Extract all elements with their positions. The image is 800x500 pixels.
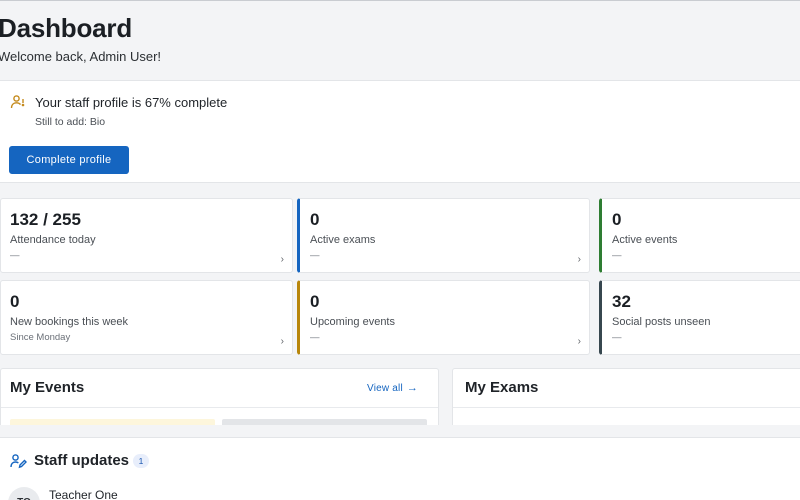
top-border — [0, 0, 800, 1]
stat-value: 0 — [310, 292, 320, 311]
my-exams-title: My Exams — [465, 379, 539, 396]
profile-completion-card: Your staff profile is 67% complete Still… — [0, 80, 800, 183]
stat-value: 132 / 255 — [10, 210, 81, 229]
panel-divider — [453, 407, 800, 408]
chevron-right-icon: › — [577, 336, 581, 347]
stat-subtext: — — [612, 250, 622, 261]
stat-subtext: Since Monday — [10, 332, 71, 343]
my-events-panel: My Events View all → — [0, 368, 439, 425]
stat-card-active-events[interactable]: 0 Active events — — [599, 198, 800, 273]
complete-profile-button[interactable]: Complete profile — [9, 146, 129, 174]
my-exams-panel: My Exams — [452, 368, 800, 425]
stat-card-upcoming-events[interactable]: 0 Upcoming events — › — [297, 280, 590, 355]
page-title: Dashboard — [0, 13, 133, 43]
stat-value: 0 — [310, 210, 320, 229]
view-all-events-link[interactable]: View all → — [367, 382, 418, 394]
profile-completion-title: Your staff profile is 67% complete — [35, 95, 228, 110]
stat-subtext: — — [10, 250, 20, 261]
stat-value: 0 — [612, 210, 622, 229]
stat-value: 32 — [612, 292, 631, 311]
chevron-right-icon: › — [280, 336, 284, 347]
profile-missing-fields: Still to add: Bio — [35, 116, 106, 128]
stat-subtext: — — [310, 332, 320, 343]
stat-card-social-posts[interactable]: 32 Social posts unseen — — [599, 280, 800, 355]
stat-card-new-bookings[interactable]: 0 New bookings this week Since Monday › — [0, 280, 293, 355]
chevron-right-icon: › — [577, 254, 581, 265]
stat-label: New bookings this week — [10, 316, 129, 328]
page-subtitle: Welcome back, Admin User! — [0, 49, 162, 64]
staff-updates-title: Staff updates — [34, 452, 130, 469]
my-events-title: My Events — [10, 379, 85, 396]
stat-label: Upcoming events — [310, 316, 395, 328]
edit-user-icon — [10, 453, 27, 469]
update-author-name[interactable]: Teacher One — [49, 488, 118, 500]
view-all-label: View all — [367, 383, 403, 394]
user-progress-icon — [10, 94, 26, 110]
panel-divider — [1, 407, 438, 408]
events-tab-active[interactable] — [10, 419, 215, 425]
stat-subtext: — — [310, 250, 320, 261]
stat-card-attendance[interactable]: 132 / 255 Attendance today — › — [0, 198, 293, 273]
stat-value: 0 — [10, 292, 20, 311]
stat-label: Attendance today — [10, 234, 96, 246]
stat-subtext: — — [612, 332, 622, 343]
staff-updates-section: Staff updates 1 TO Teacher One — [0, 437, 800, 500]
avatar: TO — [8, 487, 40, 500]
chevron-right-icon: › — [280, 254, 284, 265]
stat-label: Active events — [612, 234, 678, 246]
stat-label: Active exams — [310, 234, 376, 246]
stat-label: Social posts unseen — [612, 316, 711, 328]
updates-count-badge: 1 — [133, 454, 149, 468]
stat-card-active-exams[interactable]: 0 Active exams — › — [297, 198, 590, 273]
events-tab-inactive[interactable] — [222, 419, 427, 425]
arrow-right-icon: → — [406, 382, 419, 394]
